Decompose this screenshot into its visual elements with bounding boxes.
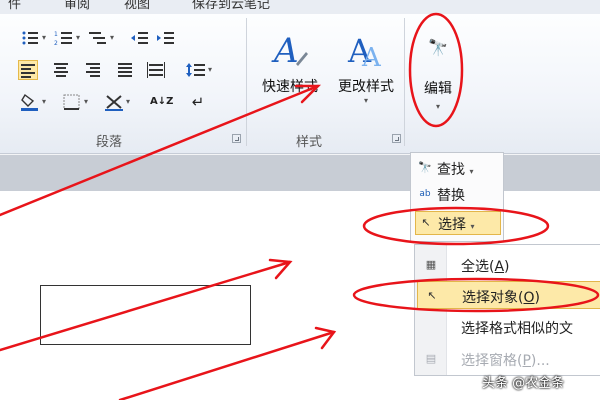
cursor-icon: ↖	[421, 216, 431, 229]
align-center-button[interactable]	[52, 60, 72, 80]
document-ruler-area	[0, 155, 600, 191]
line-spacing-button[interactable]	[186, 60, 206, 80]
select-all-label: 全选(A)	[461, 259, 510, 275]
align-left-icon	[21, 64, 35, 78]
decrease-indent-icon	[131, 32, 148, 44]
svg-text:2: 2	[54, 40, 58, 47]
multilevel-dropdown-icon[interactable]: ▾	[110, 28, 116, 48]
numbering-icon: 12	[54, 31, 72, 47]
menu-bar: 件 审阅 视图 保存到云笔记	[0, 0, 600, 14]
find-menu-item[interactable]: 🔭 查找 ▾	[415, 157, 501, 181]
change-styles-label: 更改样式	[338, 79, 394, 95]
align-right-icon	[86, 63, 100, 77]
change-styles-button[interactable]: A A 更改样式 ▾	[330, 22, 402, 112]
select-menu-item[interactable]: ↖ 选择 ▾	[415, 211, 501, 235]
select-all-menu-item[interactable]: ▦ 全选(A)	[417, 251, 600, 279]
select-objects-label: 选择对象(O)	[462, 290, 540, 306]
bullets-icon	[22, 31, 38, 45]
group-separator	[246, 18, 247, 146]
ribbon: ▾ 12 ▾ ▾ ▾ ▾ ▾ ▾ A↓Z ↵ 段落 A 快速样式 A A 更改样…	[0, 14, 600, 154]
svg-text:A: A	[271, 31, 299, 71]
svg-text:1: 1	[54, 31, 58, 38]
numbering-button[interactable]: 12	[54, 28, 74, 48]
replace-icon: ab	[419, 189, 431, 199]
borders-dropdown-icon[interactable]: ▾	[84, 92, 90, 112]
editing-label: 编辑	[424, 81, 452, 97]
quick-styles-icon: A	[271, 31, 308, 71]
selection-pane-menu-item: ▤ 选择窗格(P)...	[417, 345, 600, 373]
linebreak-icon: ↵	[191, 93, 205, 111]
shading-dropdown-icon[interactable]: ▾	[42, 92, 48, 112]
group-separator	[404, 18, 405, 146]
show-formatting-button[interactable]: ↵	[188, 92, 208, 112]
binoculars-icon: 🔭	[418, 161, 432, 174]
distributed-icon	[147, 62, 165, 78]
cursor-icon: ↖	[427, 289, 437, 302]
editing-dropdown-icon[interactable]: ▾	[412, 102, 464, 111]
borders-button[interactable]	[62, 92, 82, 112]
select-all-icon: ▦	[425, 258, 437, 271]
line-spacing-icon	[186, 63, 205, 77]
styles-launcher-icon[interactable]	[392, 134, 401, 143]
tab-view[interactable]: 视图	[124, 0, 150, 12]
align-center-icon	[54, 63, 68, 77]
line-spacing-dropdown-icon[interactable]: ▾	[208, 60, 214, 80]
binoculars-icon: 🔭	[428, 38, 448, 57]
justify-icon	[118, 63, 132, 77]
select-similar-formatting-menu-item[interactable]: 选择格式相似的文	[417, 313, 600, 341]
svg-text:A: A	[361, 43, 382, 72]
align-left-button[interactable]	[18, 60, 38, 80]
editing-menu: 🔭 查找 ▾ ab 替换 ↖ 选择 ▾	[410, 152, 504, 242]
select-objects-menu-item[interactable]: ↖ 选择对象(O)	[417, 281, 600, 309]
shading-button[interactable]	[20, 92, 40, 112]
chinese-layout-dropdown-icon[interactable]: ▾	[126, 92, 132, 112]
change-styles-icon: A A	[347, 32, 382, 72]
sort-icon: A↓Z	[150, 96, 174, 107]
selection-pane-icon: ▤	[425, 352, 437, 365]
styles-group-label: 样式	[296, 135, 323, 150]
tab-file[interactable]: 件	[8, 0, 21, 12]
replace-label: 替换	[437, 188, 465, 204]
align-right-button[interactable]	[84, 60, 104, 80]
select-submenu: ▦ 全选(A) ↖ 选择对象(O) 选择格式相似的文 ▤ 选择窗格(P)...	[414, 244, 600, 376]
rectangle-shape[interactable]	[40, 285, 251, 345]
bullets-button[interactable]	[20, 28, 40, 48]
justify-button[interactable]	[116, 60, 136, 80]
numbering-dropdown-icon[interactable]: ▾	[76, 28, 82, 48]
distributed-button[interactable]	[146, 60, 166, 80]
decrease-indent-button[interactable]	[130, 28, 150, 48]
chinese-layout-icon	[105, 95, 123, 111]
multilevel-list-icon	[89, 32, 106, 44]
selection-pane-label: 选择窗格(P)...	[461, 353, 550, 369]
tab-review[interactable]: 审阅	[64, 0, 90, 12]
increase-indent-icon	[157, 32, 174, 44]
replace-menu-item[interactable]: ab 替换	[415, 183, 501, 207]
watermark: 头条 @农金条	[482, 376, 565, 391]
paint-bucket-icon	[21, 93, 38, 111]
paragraph-launcher-icon[interactable]	[232, 134, 241, 143]
quick-styles-button[interactable]: A 快速样式	[252, 22, 328, 112]
select-dropdown-icon[interactable]: ▾	[470, 222, 474, 231]
paragraph-group-label: 段落	[96, 135, 123, 150]
find-dropdown-icon[interactable]: ▾	[469, 167, 473, 176]
borders-icon	[63, 94, 80, 110]
editing-button[interactable]: 🔭 编辑 ▾	[412, 22, 464, 122]
bullets-dropdown-icon[interactable]: ▾	[42, 28, 48, 48]
select-similar-label: 选择格式相似的文	[461, 321, 573, 337]
chinese-layout-button[interactable]	[104, 92, 124, 112]
select-label: 选择	[438, 217, 466, 233]
find-label: 查找	[437, 162, 465, 178]
tab-save-to-cloud-note[interactable]: 保存到云笔记	[192, 0, 270, 12]
quick-styles-label: 快速样式	[262, 79, 318, 95]
increase-indent-button[interactable]	[156, 28, 176, 48]
multilevel-list-button[interactable]	[88, 28, 108, 48]
sort-button[interactable]: A↓Z	[150, 92, 174, 112]
change-styles-dropdown-icon[interactable]: ▾	[330, 96, 402, 105]
